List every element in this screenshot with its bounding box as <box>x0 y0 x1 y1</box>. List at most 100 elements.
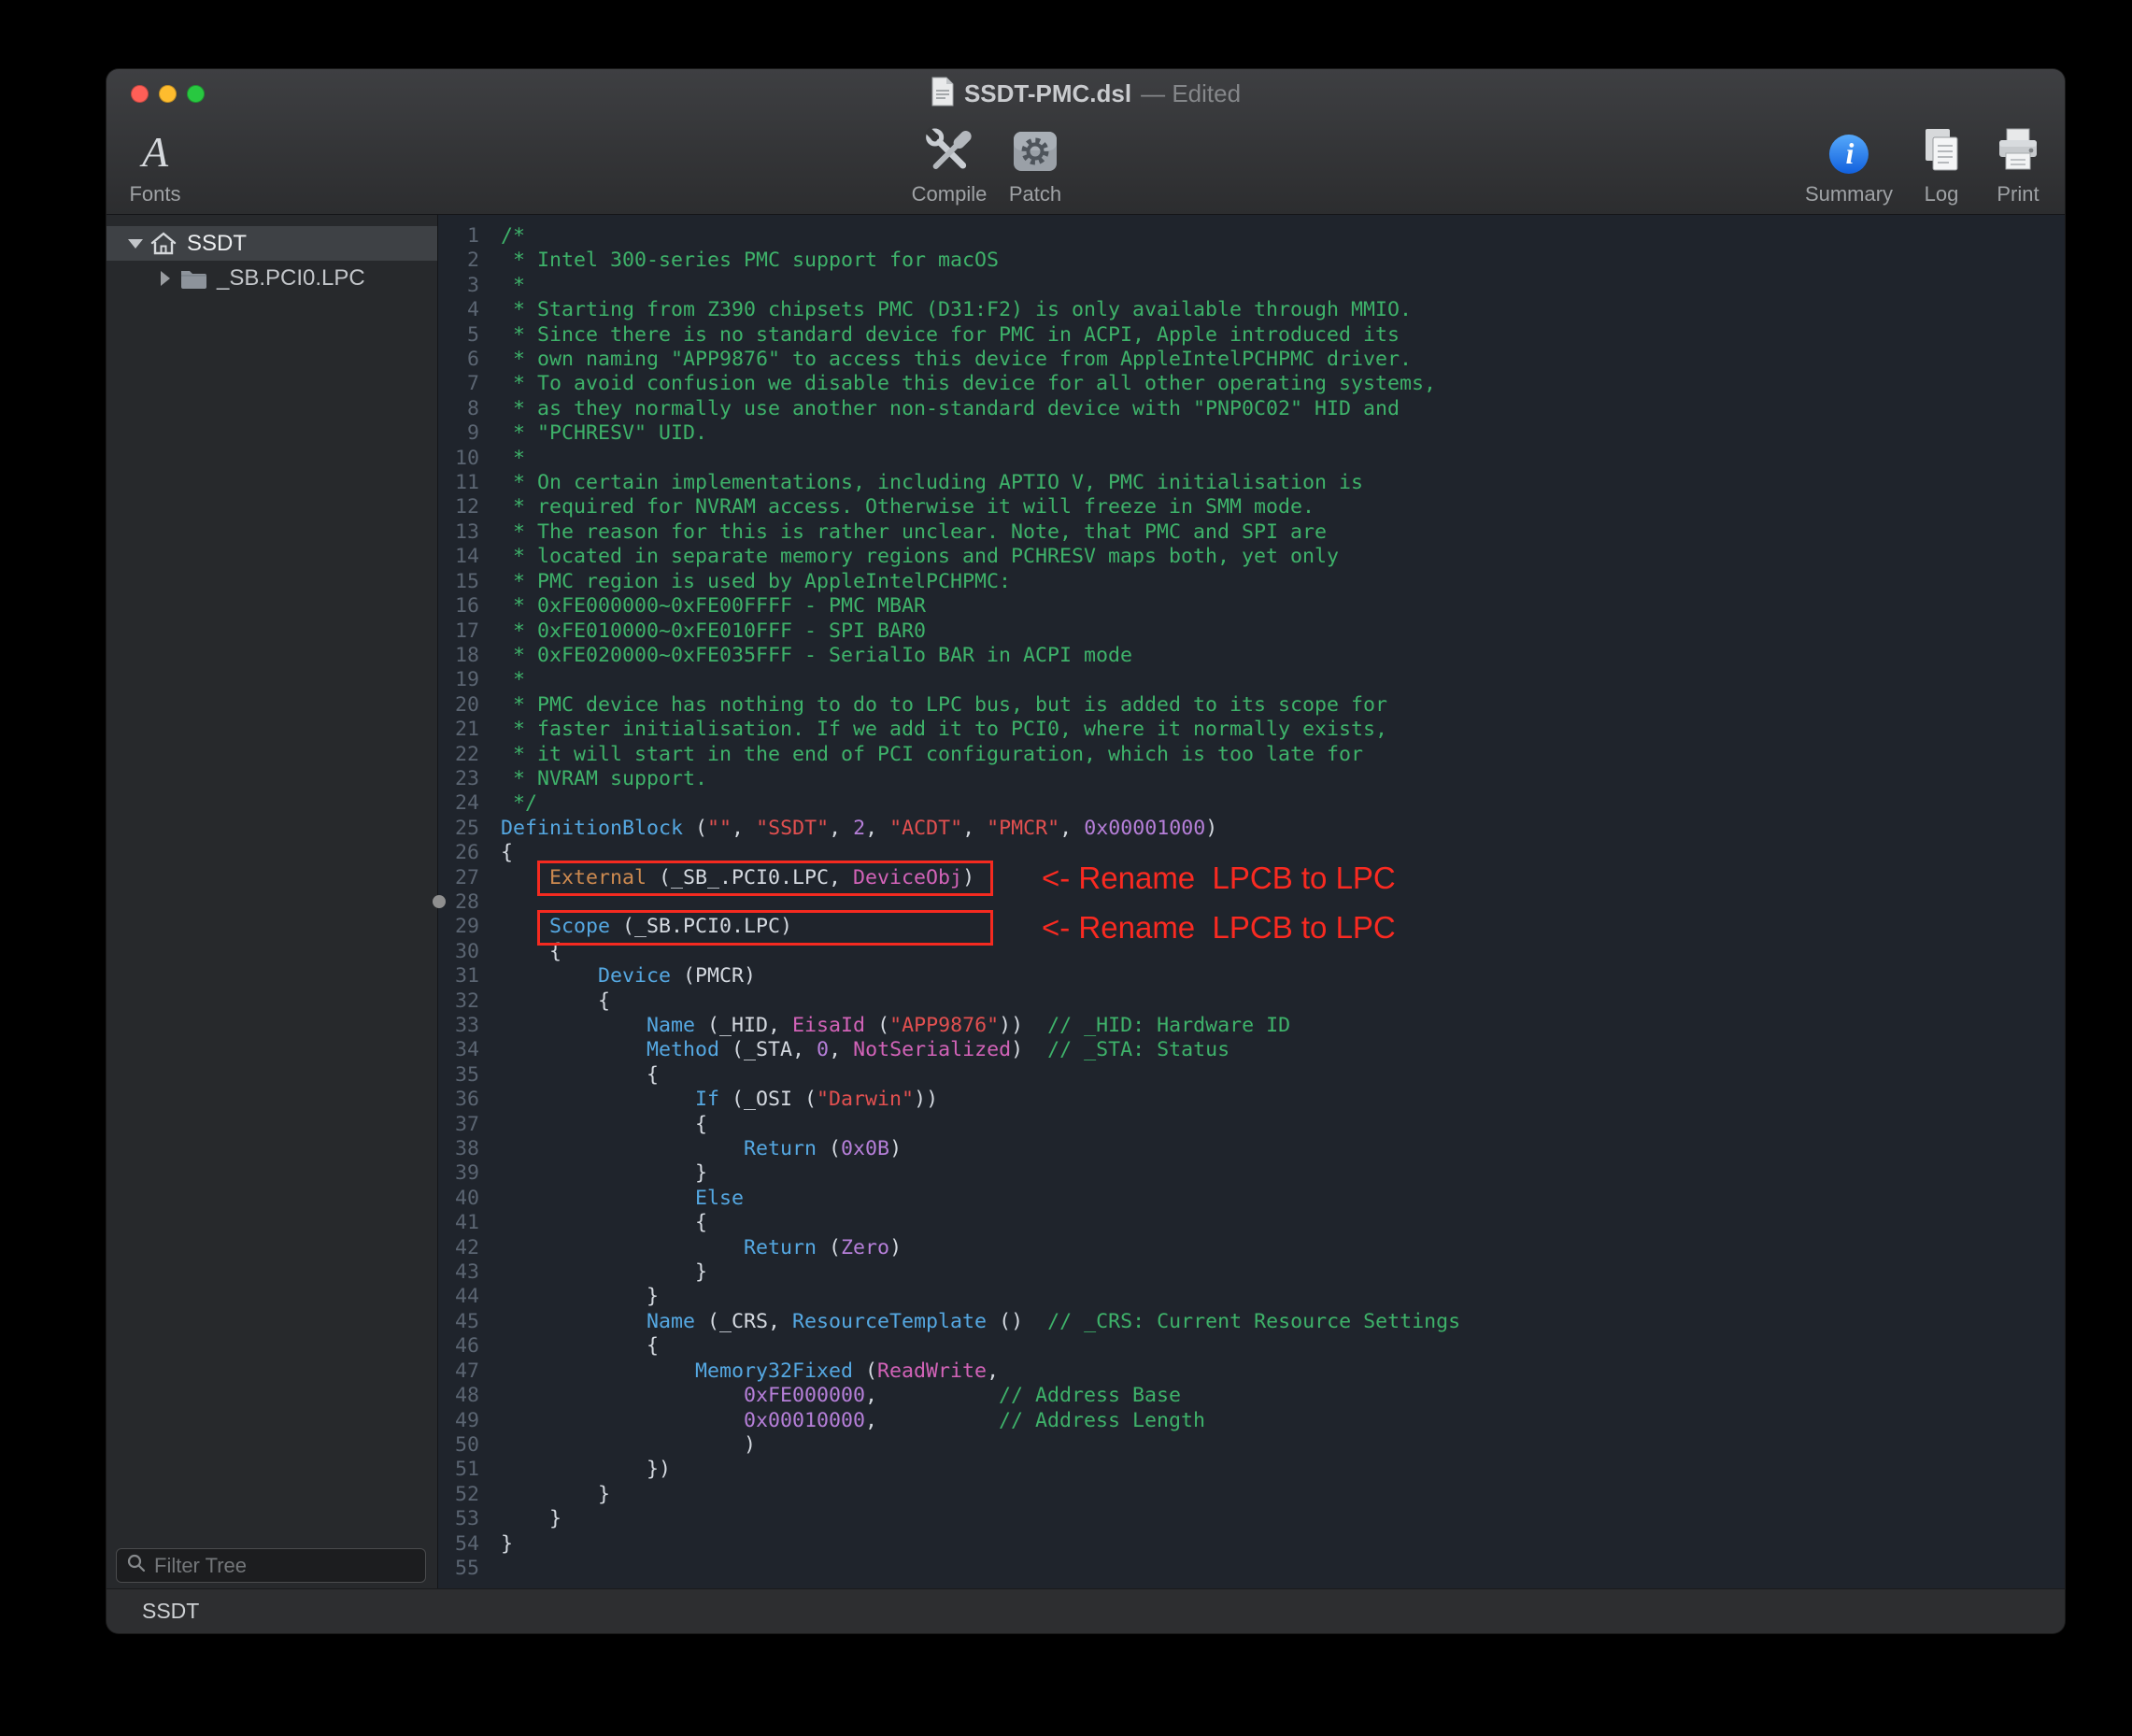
line-number: 18 <box>438 644 479 668</box>
code-line: * PMC region is used by AppleIntelPCHPMC… <box>501 570 1460 594</box>
line-number: 6 <box>438 348 479 372</box>
toolbar: A Fonts <box>107 118 2065 214</box>
log-button[interactable]: Log <box>1913 120 1969 206</box>
fonts-icon: A <box>129 120 180 179</box>
line-number: 8 <box>438 397 479 421</box>
compile-button[interactable]: Compile <box>912 120 988 206</box>
rename-highlight-box-scope <box>537 910 993 946</box>
line-number: 38 <box>438 1137 479 1161</box>
minimize-button[interactable] <box>159 85 177 103</box>
rename-annotation-external: <- Rename LPCB to LPC <box>1042 861 1396 896</box>
summary-button[interactable]: i Summary <box>1805 120 1893 206</box>
rename-highlight-box-external <box>537 861 993 896</box>
line-number: 31 <box>438 964 479 989</box>
line-number: 29 <box>438 915 479 939</box>
document-icon <box>931 77 955 111</box>
summary-label: Summary <box>1805 182 1893 206</box>
line-number: 11 <box>438 471 479 495</box>
code-line: 0xFE000000, // Address Base <box>501 1384 1460 1408</box>
svg-text:i: i <box>1846 136 1855 170</box>
filter-tree-field[interactable] <box>116 1548 426 1583</box>
sidebar: SSDT _SB.PCI0.LPC <box>107 215 438 1588</box>
line-number: 27 <box>438 866 479 890</box>
line-number: 23 <box>438 767 479 791</box>
code-line: * NVRAM support. <box>501 767 1460 791</box>
line-number: 4 <box>438 298 479 322</box>
line-number: 54 <box>438 1532 479 1557</box>
code-line: { <box>501 1334 1460 1359</box>
code-line: } <box>501 1260 1460 1285</box>
folder-icon <box>179 267 207 290</box>
code-line: Device (PMCR) <box>501 964 1460 989</box>
code-line: * <box>501 668 1460 692</box>
window-edited-suffix: — Edited <box>1141 79 1241 108</box>
line-number: 37 <box>438 1113 479 1137</box>
sidebar-item-ssdt[interactable]: SSDT <box>107 226 437 261</box>
line-number: 15 <box>438 570 479 594</box>
titlebar: SSDT-PMC.dsl — Edited <box>107 69 2065 118</box>
code-line: 0x00010000, // Address Length <box>501 1409 1460 1433</box>
code-line: * 0xFE000000~0xFE00FFFF - PMC MBAR <box>501 594 1460 619</box>
filter-tree-input[interactable] <box>154 1554 423 1578</box>
line-number: 53 <box>438 1507 479 1531</box>
code-line <box>501 1557 1460 1581</box>
code-line: Return (0x0B) <box>501 1137 1460 1161</box>
summary-info-icon: i <box>1805 120 1893 179</box>
code-line: * <box>501 274 1460 298</box>
disclosure-right-icon[interactable] <box>155 271 176 286</box>
line-number: 5 <box>438 323 479 348</box>
code-line: ) <box>501 1433 1460 1458</box>
line-number: 3 <box>438 274 479 298</box>
code-line: Method (_STA, 0, NotSerialized) // _STA:… <box>501 1038 1460 1062</box>
line-number: 16 <box>438 594 479 619</box>
code-lines: /* * Intel 300-series PMC support for ma… <box>487 224 1460 1581</box>
code-line: * own naming "APP9876" to access this de… <box>501 348 1460 372</box>
code-line: */ <box>501 791 1460 816</box>
code-line: { <box>501 1113 1460 1137</box>
code-line: * it will start in the end of PCI config… <box>501 743 1460 767</box>
code-line: }) <box>501 1458 1460 1482</box>
print-label: Print <box>1990 182 2046 206</box>
line-number: 24 <box>438 791 479 816</box>
print-button[interactable]: Print <box>1990 120 2046 206</box>
line-number: 43 <box>438 1260 479 1285</box>
code-line: * Starting from Z390 chipsets PMC (D31:F… <box>501 298 1460 322</box>
line-number: 1 <box>438 224 479 249</box>
disclosure-down-icon[interactable] <box>125 239 146 249</box>
code-line: } <box>501 1483 1460 1507</box>
log-label: Log <box>1913 182 1969 206</box>
code-line: * Intel 300-series PMC support for macOS <box>501 249 1460 273</box>
home-icon <box>149 231 178 256</box>
code-line: * PMC device has nothing to do to LPC bu… <box>501 693 1460 718</box>
sidebar-item-sb-pci0-lpc[interactable]: _SB.PCI0.LPC <box>107 261 437 295</box>
log-pages-icon <box>1913 120 1969 179</box>
title-group: SSDT-PMC.dsl — Edited <box>107 69 2065 118</box>
code-line: /* <box>501 224 1460 249</box>
line-number: 33 <box>438 1014 479 1038</box>
code-line: } <box>501 1285 1460 1309</box>
line-number: 47 <box>438 1359 479 1384</box>
code-line: * To avoid confusion we disable this dev… <box>501 372 1460 396</box>
window-content: SSDT _SB.PCI0.LPC <box>107 215 2065 1588</box>
line-number: 20 <box>438 693 479 718</box>
line-number: 50 <box>438 1433 479 1458</box>
code-line: * as they normally use another non-stand… <box>501 397 1460 421</box>
code-line: * required for NVRAM access. Otherwise i… <box>501 495 1460 519</box>
fonts-button[interactable]: A Fonts <box>129 120 180 206</box>
code-editor[interactable]: 1234567891011121314151617181920212223242… <box>438 215 2065 1588</box>
line-number: 7 <box>438 372 479 396</box>
zoom-button[interactable] <box>187 85 205 103</box>
line-number: 13 <box>438 520 479 545</box>
patch-button[interactable]: Patch <box>1007 120 1063 206</box>
close-button[interactable] <box>131 85 149 103</box>
patch-label: Patch <box>1007 182 1063 206</box>
tree-item-label: SSDT <box>187 231 247 257</box>
line-number: 35 <box>438 1063 479 1088</box>
line-number: 9 <box>438 421 479 446</box>
line-number: 26 <box>438 841 479 865</box>
line-number: 25 <box>438 817 479 841</box>
line-number: 14 <box>438 545 479 569</box>
acpi-tree: SSDT _SB.PCI0.LPC <box>107 215 437 295</box>
code-line: * On certain implementations, including … <box>501 471 1460 495</box>
status-bar: SSDT <box>107 1588 2065 1633</box>
